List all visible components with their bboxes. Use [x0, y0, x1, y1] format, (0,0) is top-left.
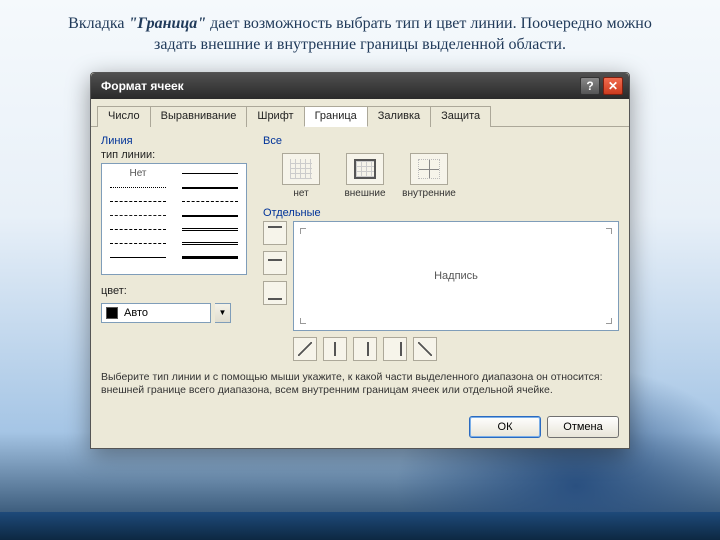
border-preview[interactable]: Надпись	[293, 221, 619, 331]
border-middle-v-icon	[367, 342, 369, 356]
preset-outline-label: внешние	[344, 188, 385, 199]
line-style-option[interactable]	[102, 195, 174, 209]
ok-button[interactable]: ОК	[469, 416, 541, 438]
preview-label: Надпись	[434, 270, 478, 282]
help-button[interactable]: ?	[580, 77, 600, 95]
line-style-option[interactable]: Нет	[102, 167, 174, 181]
border-right-button[interactable]	[383, 337, 407, 361]
line-style-option[interactable]	[174, 223, 246, 237]
line-style-sample-icon	[110, 215, 166, 216]
line-style-sample-icon	[182, 187, 238, 189]
preset-outline-button[interactable]	[346, 153, 384, 185]
dialog-buttons: ОК Отмена	[91, 408, 629, 448]
caption-post: дает возможность выбрать тип и цвет лини…	[154, 15, 652, 53]
line-style-option[interactable]	[102, 237, 174, 251]
color-value: Авто	[124, 307, 148, 319]
tab-number[interactable]: Число	[97, 106, 151, 127]
presets-group-label: Все	[263, 135, 619, 147]
border-diag-up-button[interactable]	[293, 337, 317, 361]
help-icon: ?	[586, 79, 593, 93]
line-style-sample-icon	[110, 229, 166, 230]
tab-protect[interactable]: Защита	[430, 106, 491, 127]
close-icon: ✕	[608, 79, 618, 93]
border-bottom-button[interactable]	[263, 281, 287, 305]
hint-text: Выберите тип линии и с помощью мыши укаж…	[101, 371, 619, 398]
titlebar[interactable]: Формат ячеек ? ✕	[91, 73, 629, 99]
tab-strip: Число Выравнивание Шрифт Граница Заливка…	[91, 99, 629, 127]
separate-group-label: Отдельные	[263, 207, 619, 219]
preset-inside-label: внутренние	[402, 188, 456, 199]
preview-corner-icon	[300, 318, 306, 324]
tab-align[interactable]: Выравнивание	[150, 106, 248, 127]
border-left-button[interactable]	[323, 337, 347, 361]
line-style-sample-icon	[182, 242, 238, 245]
preset-inside-icon	[418, 159, 440, 179]
line-style-none-label: Нет	[129, 168, 146, 179]
border-diag-down-icon	[418, 342, 432, 356]
border-diag-up-icon	[298, 342, 312, 356]
color-dropdown-button[interactable]: ▼	[215, 303, 231, 323]
tab-fill[interactable]: Заливка	[367, 106, 431, 127]
line-style-option[interactable]	[174, 181, 246, 195]
line-style-sample-icon	[182, 201, 238, 202]
color-swatch-icon	[106, 307, 118, 319]
border-right-icon	[388, 342, 402, 356]
line-style-sample-icon	[182, 215, 238, 217]
color-select[interactable]: Авто	[101, 303, 211, 323]
line-style-sample-icon	[110, 187, 166, 188]
border-top-button[interactable]	[263, 221, 287, 245]
border-middle-h-button[interactable]	[263, 251, 287, 275]
line-group-label: Линия	[101, 135, 251, 147]
line-style-option[interactable]	[174, 167, 246, 181]
border-middle-v-button[interactable]	[353, 337, 377, 361]
cancel-button[interactable]: Отмена	[547, 416, 619, 438]
slide-caption: Вкладка "Граница" дает возможность выбра…	[0, 0, 720, 66]
line-style-option[interactable]	[102, 223, 174, 237]
chevron-down-icon: ▼	[219, 308, 227, 317]
preview-corner-icon	[606, 228, 612, 234]
line-style-option[interactable]	[102, 209, 174, 223]
line-style-sample-icon	[182, 173, 238, 174]
format-cells-dialog: Формат ячеек ? ✕ Число Выравнивание Шриф…	[90, 72, 630, 449]
line-style-option[interactable]	[174, 209, 246, 223]
close-button[interactable]: ✕	[603, 77, 623, 95]
caption-em: "Граница"	[128, 15, 206, 32]
caption-pre: Вкладка	[68, 15, 128, 32]
line-style-sample-icon	[110, 243, 166, 244]
color-label: цвет:	[101, 285, 251, 297]
border-top-icon	[268, 226, 282, 240]
preset-outline-icon	[354, 159, 376, 179]
border-diag-down-button[interactable]	[413, 337, 437, 361]
dialog-title: Формат ячеек	[101, 79, 577, 93]
line-style-option[interactable]	[174, 237, 246, 251]
line-style-option[interactable]	[174, 251, 246, 265]
line-type-label: тип линии:	[101, 149, 251, 161]
preset-none-label: нет	[293, 188, 308, 199]
preset-none-button[interactable]	[282, 153, 320, 185]
tab-border[interactable]: Граница	[304, 106, 368, 127]
preset-none-icon	[290, 159, 312, 179]
line-style-sample-icon	[182, 228, 238, 231]
line-style-option[interactable]	[102, 181, 174, 195]
preset-inside-button[interactable]	[410, 153, 448, 185]
border-bottom-icon	[268, 286, 282, 300]
line-style-sample-icon	[110, 257, 166, 258]
border-left-icon	[334, 342, 336, 356]
preview-corner-icon	[606, 318, 612, 324]
line-style-sample-icon	[110, 201, 166, 202]
tab-font[interactable]: Шрифт	[246, 106, 304, 127]
border-middle-h-icon	[268, 259, 282, 273]
preview-corner-icon	[300, 228, 306, 234]
line-style-list[interactable]: Нет	[101, 163, 247, 275]
line-style-option[interactable]	[174, 195, 246, 209]
line-style-sample-icon	[182, 256, 238, 259]
line-style-option[interactable]	[102, 251, 174, 265]
